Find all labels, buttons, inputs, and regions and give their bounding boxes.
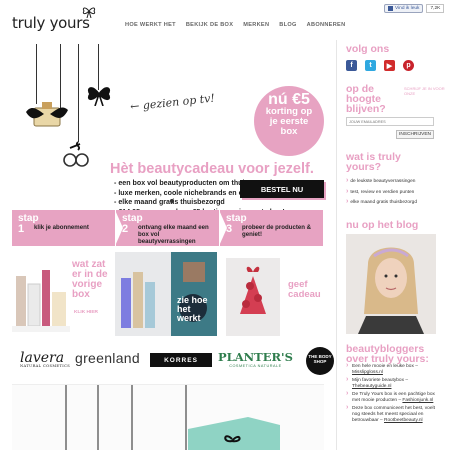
how-it-works-tile[interactable]: zie hoe het werkt (115, 252, 217, 336)
subscribe-button[interactable]: INSCHRIJVEN (396, 130, 434, 139)
quote-text: Mijn favoriete beautybox (352, 378, 404, 383)
products-photo (12, 270, 70, 332)
facebook-icon[interactable]: f (346, 60, 357, 71)
step-number: 1 (18, 223, 25, 235)
steps-bar: stap 1 klik je abonnement stap 2 ontvang… (12, 210, 324, 246)
brand-planters-name: PLANTER'S (218, 350, 293, 364)
pinterest-icon[interactable]: p (403, 60, 414, 71)
facebook-like-widget: Vind ik leuk 7,2K (384, 4, 445, 13)
how-it-works-photo (115, 252, 217, 336)
brand-lavera-sub: NATURAL COSMETICS (20, 364, 71, 368)
blog-heading: nu op het blog (346, 219, 419, 231)
tv-script-label: gezien op tv! (142, 91, 216, 113)
follow-heading: volg ons (346, 43, 390, 55)
column-divider (336, 40, 337, 450)
nav-abonneren[interactable]: ABONNEREN (307, 22, 346, 28)
blogger-quotes: Een hele mooie en leuke box – Misslipglo… (346, 363, 436, 426)
quote-source-link[interactable]: Misslipgloss.nl (352, 370, 383, 375)
what-heading: wat is truly yours? (346, 151, 401, 173)
facebook-like-count: 7,2K (426, 4, 445, 13)
brand-bodyshop-logo[interactable]: THE BODY SHOP (306, 347, 334, 375)
box-photo (65, 385, 280, 450)
bottom-box-photo (12, 384, 324, 450)
curved-arrow-icon: ← (129, 99, 141, 114)
discount-badge[interactable]: nú €5 korting op je eerste box (254, 86, 324, 156)
blogger-quote: Mijn favoriete beautybox – Thebeautyguid… (346, 377, 436, 390)
social-links: f t ▶ p (346, 60, 446, 71)
what-item: test, review en verdien punten (346, 187, 417, 198)
discount-line-4: box (280, 126, 298, 137)
step-3[interactable]: stap 3 probeer de producten & geniet! (220, 210, 324, 246)
quote-text: Een hele mooie en leuke box (352, 364, 414, 369)
hanging-string (78, 44, 79, 142)
promo-tiles: wat zat er in de vorige box KLIK HIER zi… (12, 252, 324, 336)
step-text: probeer de producten & geniet! (242, 224, 312, 239)
email-field[interactable] (346, 117, 434, 126)
previous-box-link[interactable]: KLIK HIER (74, 310, 98, 315)
facebook-like-button[interactable]: Vind ik leuk (384, 4, 424, 13)
quote-source-link[interactable]: Fashionjunk.nl (402, 398, 433, 403)
facebook-like-label: Vind ik leuk (395, 6, 420, 11)
header: truly yours HOE WERKT HET BEKIJK DE BOX … (0, 0, 450, 42)
tv-script-text: ← gezien op tv! (130, 92, 216, 114)
quote-source-link[interactable]: Thebeautyguide.nl (352, 384, 391, 389)
gift-photo (226, 258, 280, 336)
brand-greenland-logo[interactable]: greenland (75, 350, 140, 366)
discount-line-1: nú €5 (268, 91, 310, 108)
nav-merken[interactable]: MERKEN (243, 22, 269, 28)
sidebar: volg ons f t ▶ p op de hoogte blijven? S… (346, 43, 446, 423)
youtube-icon[interactable]: ▶ (384, 60, 395, 71)
perfume-bottle-illustration (26, 102, 68, 127)
blog-post-photo[interactable] (346, 234, 436, 334)
quote-source-link[interactable]: Rootbeetbeauty.nl (384, 418, 423, 423)
hero-banner: ← gezien op tv! nú €5 korting op je eers… (12, 44, 324, 216)
black-bow-illustration (87, 87, 111, 106)
hero-title: Hèt beautycadeau voor jezelf. (110, 161, 314, 177)
main-nav: HOE WERKT HET BEKIJK DE BOX MERKEN BLOG … (125, 22, 345, 28)
brands-row: lavera NATURAL COSMETICS greenland KORRE… (12, 346, 334, 376)
carousel-dot[interactable] (170, 199, 174, 203)
step-text: klik je abonnement (34, 224, 89, 231)
facebook-thumb-icon (388, 6, 393, 11)
what-item: elke maand gratis thuisbezorgd (346, 197, 417, 208)
previous-box-tile[interactable]: wat zat er in de vorige box KLIK HIER (12, 256, 112, 334)
previous-box-title: wat zat er in de vorige box (72, 259, 108, 300)
eyelash-curler-illustration (63, 141, 89, 167)
step-1[interactable]: stap 1 klik je abonnement (12, 210, 123, 246)
what-item: de leukste beautyverrassingen (346, 176, 417, 187)
chevron-right-icon (115, 210, 123, 246)
twitter-icon[interactable]: t (365, 60, 376, 71)
gift-tile[interactable]: geef cadeau (220, 252, 324, 336)
brand-planters-logo[interactable]: PLANTER'S COSMETICA NATURALE (218, 350, 293, 368)
bow-icon (82, 7, 96, 18)
brand-lavera-logo[interactable]: lavera NATURAL COSMETICS (20, 350, 70, 368)
how-it-works-title: zie hoe het werkt (177, 295, 208, 323)
blogger-quote: Een hele mooie en leuke box – Misslipglo… (346, 363, 436, 376)
logo-text: truly yours (12, 14, 90, 32)
hanging-string (36, 44, 37, 104)
blog-photo (346, 234, 436, 334)
order-now-button[interactable]: BESTEL NU (240, 180, 324, 198)
brand-planters-sub: COSMETICA NATURALE (229, 364, 282, 368)
blogger-quote: Deze box communiceert het best, voelt no… (346, 405, 436, 424)
logo[interactable]: truly yours (12, 7, 96, 32)
brand-korres-logo[interactable]: KORRES (150, 353, 212, 367)
nav-blog[interactable]: BLOG (279, 22, 296, 28)
hero-bullet: - elke maand gratis thuisbezorgd (114, 198, 225, 206)
step-2[interactable]: stap 2 ontvang elke maand een box vol be… (116, 210, 227, 246)
blogger-quote: De Truly Yours box is een pachtige box m… (346, 391, 436, 404)
nav-hoe-werkt-het[interactable]: HOE WERKT HET (125, 22, 176, 28)
gift-title: geef cadeau (288, 279, 321, 300)
what-list: de leukste beautyverrassingen test, revi… (346, 176, 417, 208)
step-text: ontvang elke maand een box vol beautyver… (138, 224, 209, 246)
bloggers-heading: beautybloggers over truly yours: (346, 343, 429, 365)
chevron-right-icon (219, 210, 227, 246)
nav-bekijk-de-box[interactable]: BEKIJK DE BOX (186, 22, 233, 28)
newsletter-note: SCHRIJF JE IN VOOR ONZE (404, 86, 445, 96)
newsletter-heading: op de hoogte blijven? (346, 83, 386, 115)
